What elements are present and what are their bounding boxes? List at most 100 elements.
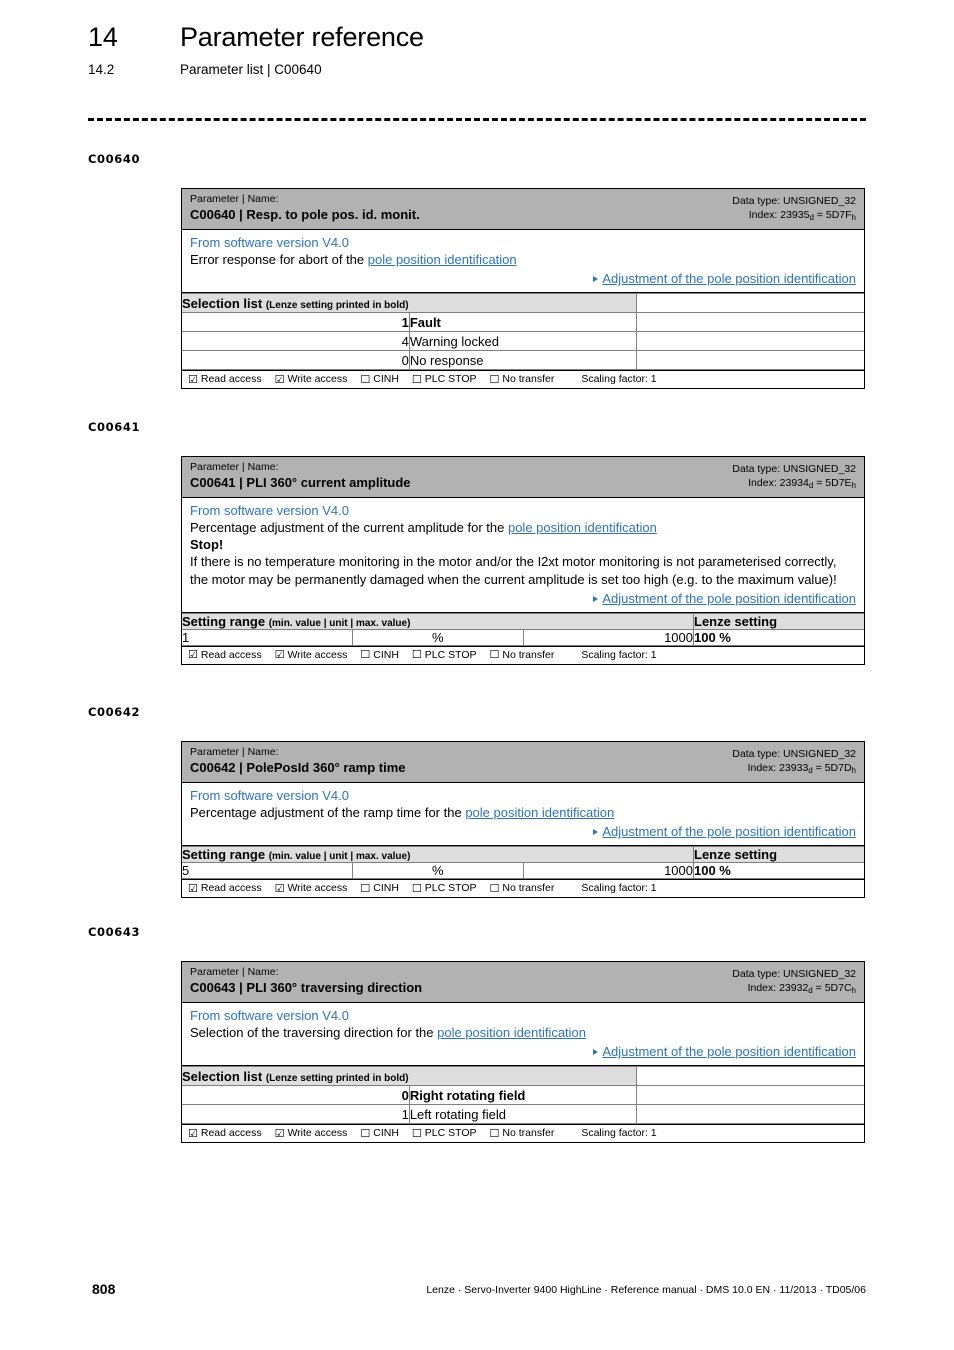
table-row: 1% 1000 100 % <box>182 628 864 646</box>
range-unit: % <box>352 628 524 646</box>
software-version-note: From software version V4.0 <box>190 235 349 251</box>
selection-label: No response <box>408 350 638 371</box>
header-divider <box>88 118 866 121</box>
empty-header-cell <box>636 293 864 314</box>
table-row: 1 Left rotating field <box>182 1104 864 1125</box>
flag-cinh: ☐ CINH <box>360 649 399 661</box>
scaling-factor: Scaling factor: 1 <box>581 648 657 661</box>
flag-label: CINH <box>373 1127 399 1140</box>
checkbox-checked-icon: ☑ <box>274 372 285 386</box>
data-type-label: Data type: UNSIGNED_32 <box>732 748 856 760</box>
scaling-factor: Scaling factor: 1 <box>581 882 657 895</box>
setting-range-table: Setting range (min. value | unit | max. … <box>182 846 864 880</box>
cross-reference-row: Adjustment of the pole position identifi… <box>190 270 856 287</box>
setting-range-header: Setting range (min. value | unit | max. … <box>182 846 694 864</box>
lenze-setting-value: 100 % <box>693 628 864 646</box>
selection-list-header: Selection list (Lenze setting printed in… <box>182 293 638 314</box>
setting-range-table: Setting range (min. value | unit | max. … <box>182 612 864 646</box>
parameter-title: C00640 | Resp. to pole pos. id. monit. <box>190 207 420 223</box>
section-number: 14.2 <box>88 62 115 77</box>
selection-list-header: Selection list (Lenze setting printed in… <box>182 1066 638 1087</box>
margin-parameter-code: C00640 <box>88 152 141 166</box>
checkbox-checked-icon: ☑ <box>188 372 198 386</box>
flag-no-transfer: ☐ No transfer <box>490 373 555 385</box>
selection-code: 1 <box>182 1104 410 1125</box>
parameter-header-bar: Parameter | Name: C00640 | Resp. to pole … <box>182 189 864 231</box>
flag-label: PLC STOP <box>424 373 477 386</box>
empty-cell <box>636 1104 864 1125</box>
flag-write-access: ☑ Write access <box>275 1127 348 1139</box>
table-header-row: Selection list (Lenze setting printed in… <box>182 293 864 314</box>
checkbox-unchecked-icon: ☐ <box>489 1126 500 1140</box>
flag-read-access: ☑ Read access <box>188 373 262 385</box>
checkbox-unchecked-icon: ☐ <box>411 881 422 895</box>
parameter-name-kicker: Parameter | Name: <box>190 746 279 758</box>
description-text: Percentage adjustment of the ramp time f… <box>190 805 615 821</box>
description-text: Selection of the traversing direction fo… <box>190 1025 587 1041</box>
selection-code: 1 <box>182 312 410 333</box>
selection-label: Warning locked <box>408 331 638 352</box>
setting-range-header: Setting range (min. value | unit | max. … <box>182 612 694 630</box>
checkbox-unchecked-icon: ☐ <box>489 372 500 386</box>
checkbox-unchecked-icon: ☐ <box>489 648 500 662</box>
parameter-title: C00641 | PLI 360° current amplitude <box>190 475 411 491</box>
cross-reference-link[interactable]: Adjustment of the pole position identifi… <box>602 271 856 286</box>
table-header-row: Selection list (Lenze setting printed in… <box>182 1066 864 1087</box>
access-flags-row: ☑ Read access ☑ Write access ☐ CINH ☐ PLC STOP ☐… <box>182 645 864 664</box>
parameter-block: Parameter | Name: C00641 | PLI 360° curre… <box>181 456 865 665</box>
range-min-value: 5 <box>182 862 353 880</box>
flag-plc-stop: ☐ PLC STOP <box>412 1127 477 1139</box>
flag-plc-stop: ☐ PLC STOP <box>412 373 477 385</box>
flag-label: No transfer <box>502 882 555 895</box>
flag-label: Write access <box>287 1127 348 1140</box>
flag-label: CINH <box>373 648 399 661</box>
scaling-factor: Scaling factor: 1 <box>581 373 657 386</box>
pole-position-identification-link[interactable]: pole position identification <box>465 805 614 820</box>
flag-read-access: ☑ Read access <box>188 649 262 661</box>
empty-cell <box>636 331 864 352</box>
cross-reference-link[interactable]: Adjustment of the pole position identifi… <box>602 591 856 606</box>
flag-label: Write access <box>287 648 348 661</box>
parameter-name-kicker: Parameter | Name: <box>190 193 279 205</box>
table-row: 5% 1000 100 % <box>182 862 864 880</box>
software-version-note: From software version V4.0 <box>190 503 349 519</box>
cross-reference-link[interactable]: Adjustment of the pole position identifi… <box>602 824 856 839</box>
triangle-right-icon <box>593 1049 599 1056</box>
setting-range-note: (min. value | unit | max. value) <box>268 851 411 863</box>
parameter-header-bar: Parameter | Name: C00641 | PLI 360° curre… <box>182 457 864 499</box>
parameter-header-bar: Parameter | Name: C00642 | PolePosId 360°… <box>182 742 864 784</box>
flag-label: Read access <box>200 373 262 386</box>
flag-label: Write access <box>287 882 348 895</box>
table-header-row: Setting range (min. value | unit | max. … <box>182 846 864 864</box>
access-flags-row: ☑ Read access ☑ Write access ☐ CINH ☐ PLC STOP ☐… <box>182 1124 864 1142</box>
range-max-value: 1000 <box>522 628 694 646</box>
parameter-title: C00642 | PolePosId 360° ramp time <box>190 760 406 776</box>
cross-reference-row: Adjustment of the pole position identifi… <box>190 1043 856 1060</box>
parameter-header-right: Data type: UNSIGNED_32 Index: 23934d = 5D… <box>732 461 856 490</box>
selection-list-note: (Lenze setting printed in bold) <box>265 1072 409 1084</box>
flag-write-access: ☑ Write access <box>275 882 348 894</box>
checkbox-checked-icon: ☑ <box>188 1126 198 1140</box>
warning-text: If there is no temperature monitoring in… <box>190 554 837 587</box>
checkbox-unchecked-icon: ☐ <box>360 648 371 662</box>
flag-write-access: ☑ Write access <box>275 373 348 385</box>
selection-label: Left rotating field <box>408 1104 638 1125</box>
cross-reference-link[interactable]: Adjustment of the pole position identifi… <box>602 1044 856 1059</box>
access-flags-row: ☑ Read access ☑ Write access ☐ CINH ☐ PLC STOP ☐… <box>182 370 864 388</box>
section-row: 14.2 Parameter list | C00640 <box>88 62 868 77</box>
flag-read-access: ☑ Read access <box>188 882 262 894</box>
parameter-name-kicker: Parameter | Name: <box>190 966 279 978</box>
checkbox-checked-icon: ☑ <box>274 648 285 662</box>
flag-write-access: ☑ Write access <box>275 649 348 661</box>
parameter-header-right: Data type: UNSIGNED_32 Index: 23935d = 5D… <box>732 193 856 222</box>
flag-label: Read access <box>200 648 262 661</box>
pole-position-identification-link[interactable]: pole position identification <box>368 252 517 267</box>
parameter-header-left: Parameter | Name: C00642 | PolePosId 360°… <box>190 746 406 777</box>
parameter-header-right: Data type: UNSIGNED_32 Index: 23932d = 5D… <box>732 966 856 995</box>
index-label: Index: 23933d = 5D7Dh <box>747 762 856 776</box>
pole-position-identification-link[interactable]: pole position identification <box>437 1025 586 1040</box>
pole-position-identification-link[interactable]: pole position identification <box>508 520 657 535</box>
table-row: 1 Fault <box>182 312 864 333</box>
range-min-value: 1 <box>182 628 353 646</box>
selection-code: 0 <box>182 1085 410 1106</box>
